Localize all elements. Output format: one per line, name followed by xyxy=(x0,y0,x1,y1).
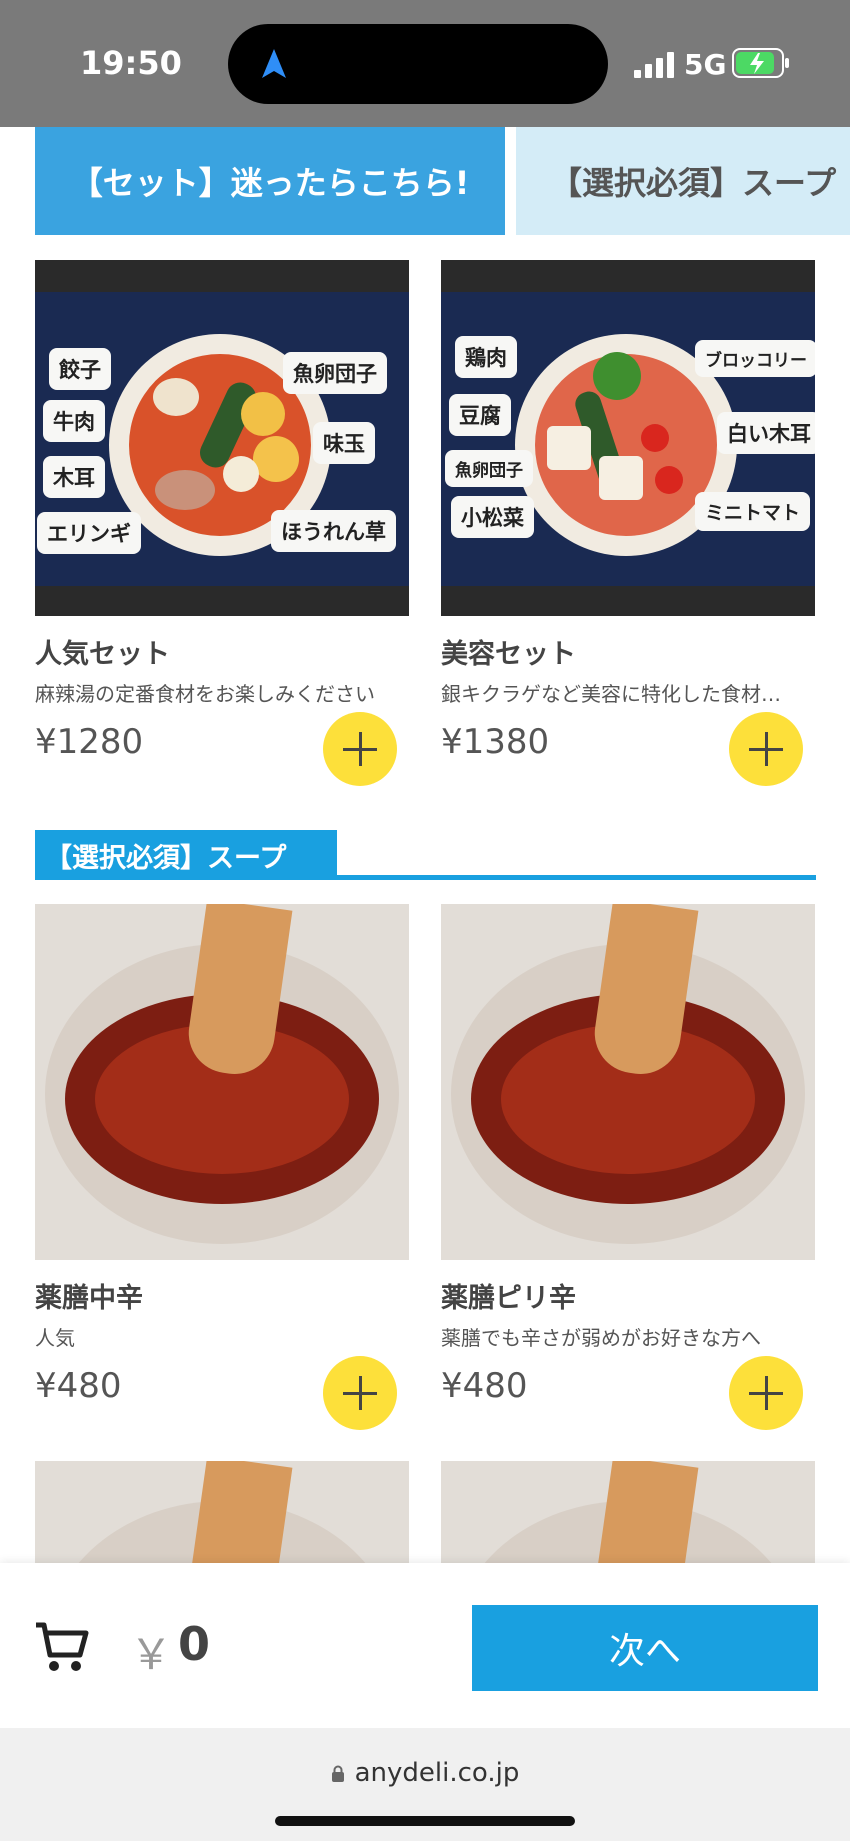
ingredient-chip: エリンギ xyxy=(37,512,141,554)
cart-total: 0 xyxy=(178,1617,211,1671)
product-name: 美容セット xyxy=(441,639,576,670)
ingredient-chip: 餃子 xyxy=(49,348,111,390)
product-card-beauty-set[interactable]: 鶏肉 豆腐 魚卵団子 小松菜 ブロッコリー 白い木耳 ミニトマト 美容セット 銀… xyxy=(441,260,815,786)
product-description: 人気 xyxy=(35,1326,75,1350)
ingredient-chip: 鶏肉 xyxy=(455,336,517,378)
product-photo xyxy=(35,1461,409,1571)
product-photo xyxy=(35,904,409,1260)
product-description: 薬膳でも辛さが弱めがお好きな方へ xyxy=(441,1326,761,1350)
cart-bar: ￥ 0 次へ xyxy=(0,1563,850,1728)
ingredient-chip: 木耳 xyxy=(43,456,105,498)
product-card-soup-mild[interactable]: 薬膳ピリ辛 薬膳でも辛さが弱めがお好きな方へ ¥480 xyxy=(441,904,815,1430)
section-header-soup: 【選択必須】スープ xyxy=(35,830,816,880)
ingredient-chip: ほうれん草 xyxy=(271,510,396,552)
product-card-popular-set[interactable]: 餃子 牛肉 木耳 エリンギ 魚卵団子 味玉 ほうれん草 人気セット 麻辣湯の定番… xyxy=(35,260,409,786)
url-text: anydeli.co.jp xyxy=(354,1758,520,1788)
signal-icon xyxy=(634,52,674,78)
product-description: 麻辣湯の定番食材をお楽しみください xyxy=(35,682,375,706)
product-price: ¥480 xyxy=(35,1366,122,1406)
product-card-partial[interactable] xyxy=(441,1461,815,1571)
url-display[interactable]: anydeli.co.jp xyxy=(0,1758,850,1788)
section-divider xyxy=(35,875,816,880)
tab-soup[interactable]: 【選択必須】スープ xyxy=(516,127,850,235)
home-indicator[interactable] xyxy=(275,1816,575,1826)
product-price: ¥1380 xyxy=(441,722,550,762)
product-name: 薬膳中辛 xyxy=(35,1283,143,1314)
product-photo xyxy=(441,904,815,1260)
ingredient-chip: 魚卵団子 xyxy=(283,352,387,394)
ingredient-chip: 牛肉 xyxy=(43,400,105,442)
product-name: 人気セット xyxy=(35,639,170,670)
ingredient-chip: ブロッコリー xyxy=(695,340,815,377)
add-to-cart-button[interactable] xyxy=(729,1356,803,1430)
product-photo: 鶏肉 豆腐 魚卵団子 小松菜 ブロッコリー 白い木耳 ミニトマト xyxy=(441,260,815,616)
product-price: ¥480 xyxy=(441,1366,528,1406)
lock-icon xyxy=(331,1765,344,1782)
ingredient-chip: 味玉 xyxy=(313,422,375,464)
category-tabs: 【セット】迷ったらこちら! 【選択必須】スープ xyxy=(0,127,850,237)
product-photo: 餃子 牛肉 木耳 エリンギ 魚卵団子 味玉 ほうれん草 xyxy=(35,260,409,616)
ingredient-chip: 白い木耳 xyxy=(717,412,815,454)
add-to-cart-button[interactable] xyxy=(323,712,397,786)
cart-icon[interactable] xyxy=(34,1619,90,1675)
product-description: 銀キクラゲなど美容に特化した食材… xyxy=(441,682,781,706)
next-button[interactable]: 次へ xyxy=(472,1605,818,1691)
dynamic-island xyxy=(228,24,608,104)
status-time: 19:50 xyxy=(80,44,182,82)
ingredient-chip: 魚卵団子 xyxy=(445,450,533,487)
currency-symbol: ￥ xyxy=(130,1630,173,1679)
add-to-cart-button[interactable] xyxy=(323,1356,397,1430)
network-type: 5G xyxy=(684,48,727,81)
status-bar: 19:50 5G xyxy=(0,0,850,127)
product-photo xyxy=(441,1461,815,1571)
section-title: 【選択必須】スープ xyxy=(35,830,337,880)
browser-url-bar[interactable]: anydeli.co.jp xyxy=(0,1728,850,1841)
product-price: ¥1280 xyxy=(35,722,144,762)
ingredient-chip: 小松菜 xyxy=(451,496,534,538)
product-name: 薬膳ピリ辛 xyxy=(441,1283,576,1314)
ingredient-chip: ミニトマト xyxy=(695,492,811,531)
battery-charging-icon xyxy=(732,48,789,78)
product-card-partial[interactable] xyxy=(35,1461,409,1571)
add-to-cart-button[interactable] xyxy=(729,712,803,786)
product-card-soup-medium[interactable]: 薬膳中辛 人気 ¥480 xyxy=(35,904,409,1430)
ingredient-chip: 豆腐 xyxy=(449,394,511,436)
tab-set[interactable]: 【セット】迷ったらこちら! xyxy=(35,127,505,235)
navigation-arrow-icon xyxy=(262,49,286,78)
